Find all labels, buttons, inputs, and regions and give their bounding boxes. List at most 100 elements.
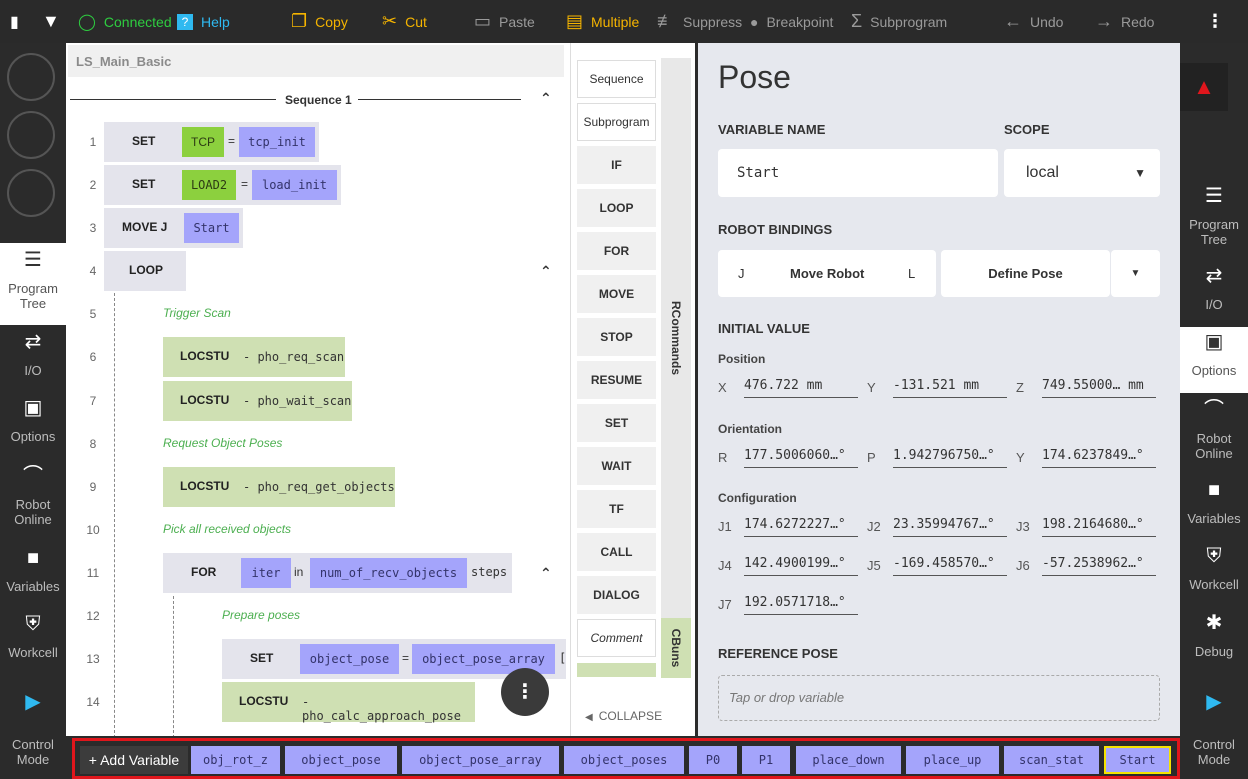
rail-options[interactable]: ▣ Options	[0, 398, 66, 451]
tree-line-14[interactable]: 14 LOCSTU - pho_calc_approach_pose	[66, 682, 566, 723]
variable-chip-object-pose-array[interactable]: object_pose_array	[402, 746, 559, 774]
rail-right-options[interactable]: ▣ Options	[1180, 327, 1248, 393]
variable-chip[interactable]: load_init	[252, 170, 337, 200]
tree-line-12[interactable]: 12 Prepare poses	[66, 596, 566, 636]
yaw-input[interactable]: 174.6237849…°	[1042, 448, 1156, 468]
sequence-header[interactable]: Sequence 1 ⌃	[70, 89, 560, 109]
command-dialog[interactable]: DIALOG	[577, 576, 656, 614]
multiple-button[interactable]: ▤ Multiple	[566, 0, 639, 43]
command-loop[interactable]: LOOP	[577, 189, 656, 227]
move-robot-button[interactable]: J Move Robot L	[718, 250, 936, 297]
j5-input[interactable]: -169.458570…°	[893, 556, 1007, 576]
r-input[interactable]: 177.5006060…°	[744, 448, 858, 468]
tree-line-9[interactable]: 9 LOCSTU - pho_req_get_objects	[66, 467, 566, 507]
tree-line-3[interactable]: 3 MOVE J Start	[66, 208, 566, 248]
set-block[interactable]: SET LOAD2 = load_init	[104, 165, 341, 205]
more-menu-button[interactable]: ⋮	[1206, 0, 1232, 43]
tab-cbuns[interactable]: CBuns	[661, 618, 691, 678]
for-block[interactable]: FOR iter in num_of_recv_objects steps	[163, 553, 512, 593]
help-button[interactable]: ? Help	[177, 0, 230, 43]
status-circle-1[interactable]	[7, 53, 55, 101]
locstu-block[interactable]: LOCSTU - pho_req_scan	[163, 337, 345, 377]
variable-name-input[interactable]: Start	[718, 149, 998, 197]
j4-input[interactable]: 142.4900199…°	[744, 556, 858, 576]
define-pose-button[interactable]: Define Pose	[941, 250, 1110, 297]
p-input[interactable]: 1.942796750…°	[893, 448, 1007, 468]
status-circle-3[interactable]	[7, 169, 55, 217]
rail-variables[interactable]: ■ Variables	[0, 548, 66, 601]
cut-button[interactable]: ✂ Cut	[382, 0, 427, 43]
tab-rcommands[interactable]: RCommands	[661, 58, 691, 618]
locstu-block[interactable]: LOCSTU - pho_wait_scan	[163, 381, 352, 421]
locstu-block[interactable]: LOCSTU - pho_calc_approach_pose	[222, 682, 475, 723]
command-comment[interactable]: Comment	[577, 619, 656, 657]
variable-chip-object-poses[interactable]: object_poses	[564, 746, 684, 774]
command-set[interactable]: SET	[577, 404, 656, 442]
variable-chip[interactable]: TCP	[182, 127, 224, 157]
j7-input[interactable]: 192.0571718…°	[744, 595, 858, 615]
tree-line-5[interactable]: 5 Trigger Scan	[66, 294, 566, 334]
j6-input[interactable]: -57.2538962…°	[1042, 556, 1156, 576]
tree-line-1[interactable]: 1 SET TCP = tcp_init	[66, 122, 566, 162]
paste-button[interactable]: ▭ Paste	[474, 0, 535, 43]
command-if[interactable]: IF	[577, 146, 656, 184]
rail-right-debug[interactable]: ✱ Debug	[1180, 613, 1248, 666]
fab-more-button[interactable]: ⋮	[501, 668, 549, 716]
copy-button[interactable]: ❐ Copy	[291, 0, 348, 43]
tree-line-10[interactable]: 10 Pick all received objects	[66, 510, 566, 550]
variable-chip[interactable]: tcp_init	[239, 127, 315, 157]
rail-workcell[interactable]: ⛨ Workcell	[0, 614, 66, 667]
variable-chip[interactable]: object_pose	[300, 644, 399, 674]
variable-chip-scan-stat[interactable]: scan_stat	[1004, 746, 1099, 774]
status-circle-2[interactable]	[7, 111, 55, 159]
locstu-block[interactable]: LOCSTU - pho_req_get_objects	[163, 467, 395, 507]
rail-right-control-mode[interactable]: ▶ Control Mode	[1180, 692, 1248, 775]
command-wait[interactable]: WAIT	[577, 447, 656, 485]
variable-chip[interactable]: LOAD2	[182, 170, 236, 200]
variable-chip-place-up[interactable]: place_up	[906, 746, 999, 774]
rail-right-workcell[interactable]: ⛨ Workcell	[1180, 546, 1248, 599]
reference-pose-dropzone[interactable]: Tap or drop variable	[718, 675, 1160, 721]
subprogram-button[interactable]: Σ Subprogram	[851, 0, 947, 43]
collapse-button[interactable]: ◀ COLLAPSE	[585, 709, 662, 723]
j1-input[interactable]: 174.6272227…°	[744, 517, 858, 537]
j3-input[interactable]: 198.2164680…°	[1042, 517, 1156, 537]
error-indicator[interactable]: ▲	[1180, 63, 1228, 111]
redo-button[interactable]: → Redo	[1095, 0, 1154, 43]
rail-control-mode[interactable]: ▶ Control Mode	[0, 692, 66, 775]
add-variable-button[interactable]: + Add Variable	[80, 746, 188, 774]
suppress-button[interactable]: ≢ Suppress	[657, 0, 742, 43]
scope-select[interactable]: local ▼	[1004, 149, 1160, 197]
define-pose-dropdown[interactable]: ▼	[1111, 250, 1160, 297]
rail-right-io[interactable]: ⇄ I/O	[1180, 266, 1248, 319]
tree-line-6[interactable]: 6 LOCSTU - pho_req_scan	[66, 337, 566, 377]
chevron-up-icon[interactable]: ⌃	[540, 565, 552, 582]
variable-chip-obj-rot-z[interactable]: obj_rot_z	[191, 746, 280, 774]
command-resume[interactable]: RESUME	[577, 361, 656, 399]
variable-chip[interactable]: Start	[184, 213, 239, 243]
command-for[interactable]: FOR	[577, 232, 656, 270]
variable-chip-start[interactable]: Start	[1104, 746, 1171, 774]
variable-chip-p1[interactable]: P1	[742, 746, 790, 774]
rail-program-tree[interactable]: ☰ Program Tree	[0, 243, 66, 325]
rail-robot-online[interactable]: ⌒ Robot Online	[0, 466, 66, 529]
variable-chip[interactable]: num_of_recv_objects	[310, 558, 467, 588]
z-input[interactable]: 749.55000… mm	[1042, 378, 1156, 398]
variable-chip-place-down[interactable]: place_down	[796, 746, 901, 774]
command-sequence[interactable]: Sequence	[577, 60, 656, 98]
rail-right-variables[interactable]: ■ Variables	[1180, 480, 1248, 533]
variable-chip-object-pose[interactable]: object_pose	[285, 746, 397, 774]
rail-io[interactable]: ⇄ I/O	[0, 332, 66, 385]
command-move[interactable]: MOVE	[577, 275, 656, 313]
tree-line-8[interactable]: 8 Request Object Poses	[66, 424, 566, 464]
tree-line-13[interactable]: 13 SET object_pose = object_pose_array [	[66, 639, 566, 679]
variable-chip[interactable]: iter	[241, 558, 291, 588]
move-block[interactable]: MOVE J Start	[104, 208, 243, 248]
tree-line-7[interactable]: 7 LOCSTU - pho_wait_scan	[66, 381, 566, 421]
variable-chip-p0[interactable]: P0	[689, 746, 737, 774]
rail-right-robot-online[interactable]: ⌒ Robot Online	[1180, 400, 1248, 465]
tree-line-2[interactable]: 2 SET LOAD2 = load_init	[66, 165, 566, 205]
connected-status[interactable]: ◯ Connected	[78, 0, 172, 43]
command-tf[interactable]: TF	[577, 490, 656, 528]
command-call[interactable]: CALL	[577, 533, 656, 571]
